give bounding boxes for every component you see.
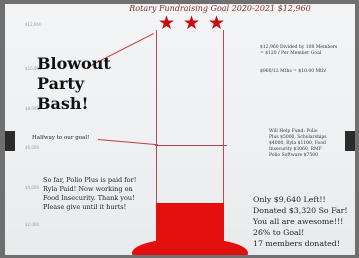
halfway-marker-line — [155, 145, 227, 146]
donation-status: Only $9,640 Left!! Donated $3,320 So Far… — [253, 194, 353, 249]
y-tick-label: $4,000 — [25, 185, 39, 190]
goal-calc-line: = $120 / Per Member Goal — [260, 51, 322, 56]
halfway-arrow — [97, 139, 158, 146]
status-line: Donated $3,320 So Far! — [253, 206, 348, 215]
slide-screen: Rotary Fundraising Goal 2020-2021 $12,96… — [5, 4, 355, 255]
y-tick-label: $12,960 — [25, 22, 42, 27]
left-edge-tab — [5, 131, 15, 151]
y-tick-label: $6,000 — [25, 145, 39, 150]
status-line: 17 members donated! — [253, 239, 340, 248]
status-line: Only $9,640 Left!! — [253, 195, 326, 204]
headline-line: Blowout — [37, 54, 111, 73]
note-line: Food Insecurity. Thank you! — [43, 194, 135, 202]
halfway-label: Halfway to our goal! — [32, 135, 90, 141]
allocation-line: Polio Software $7500 — [269, 153, 318, 158]
goal-calculation: $12,960 Divided by 108 Members = $120 / … — [260, 45, 350, 57]
headline-line: Bash! — [37, 94, 89, 113]
progress-note: So far, Polio Plus is paid for! Ryla Pai… — [43, 176, 148, 212]
thermometer-bulb — [132, 238, 248, 255]
status-line: 26% to Goal! — [253, 228, 305, 237]
monthly-goal: $960/12 Mths = $10.00 Mth! — [260, 69, 327, 74]
fund-allocations: Will Help Fund: Polio Plus $5000, Schola… — [269, 129, 349, 159]
headline: Blowout Party Bash! — [37, 54, 111, 114]
note-line: Please give until it hurts! — [43, 203, 127, 211]
y-tick-label: $2,000 — [25, 222, 39, 227]
status-line: You all are awesome!!! — [253, 217, 344, 226]
headline-line: Party — [37, 74, 85, 93]
note-line: Ryla Paid! Now working on — [43, 185, 133, 193]
note-line: So far, Polio Plus is paid for! — [43, 176, 137, 184]
